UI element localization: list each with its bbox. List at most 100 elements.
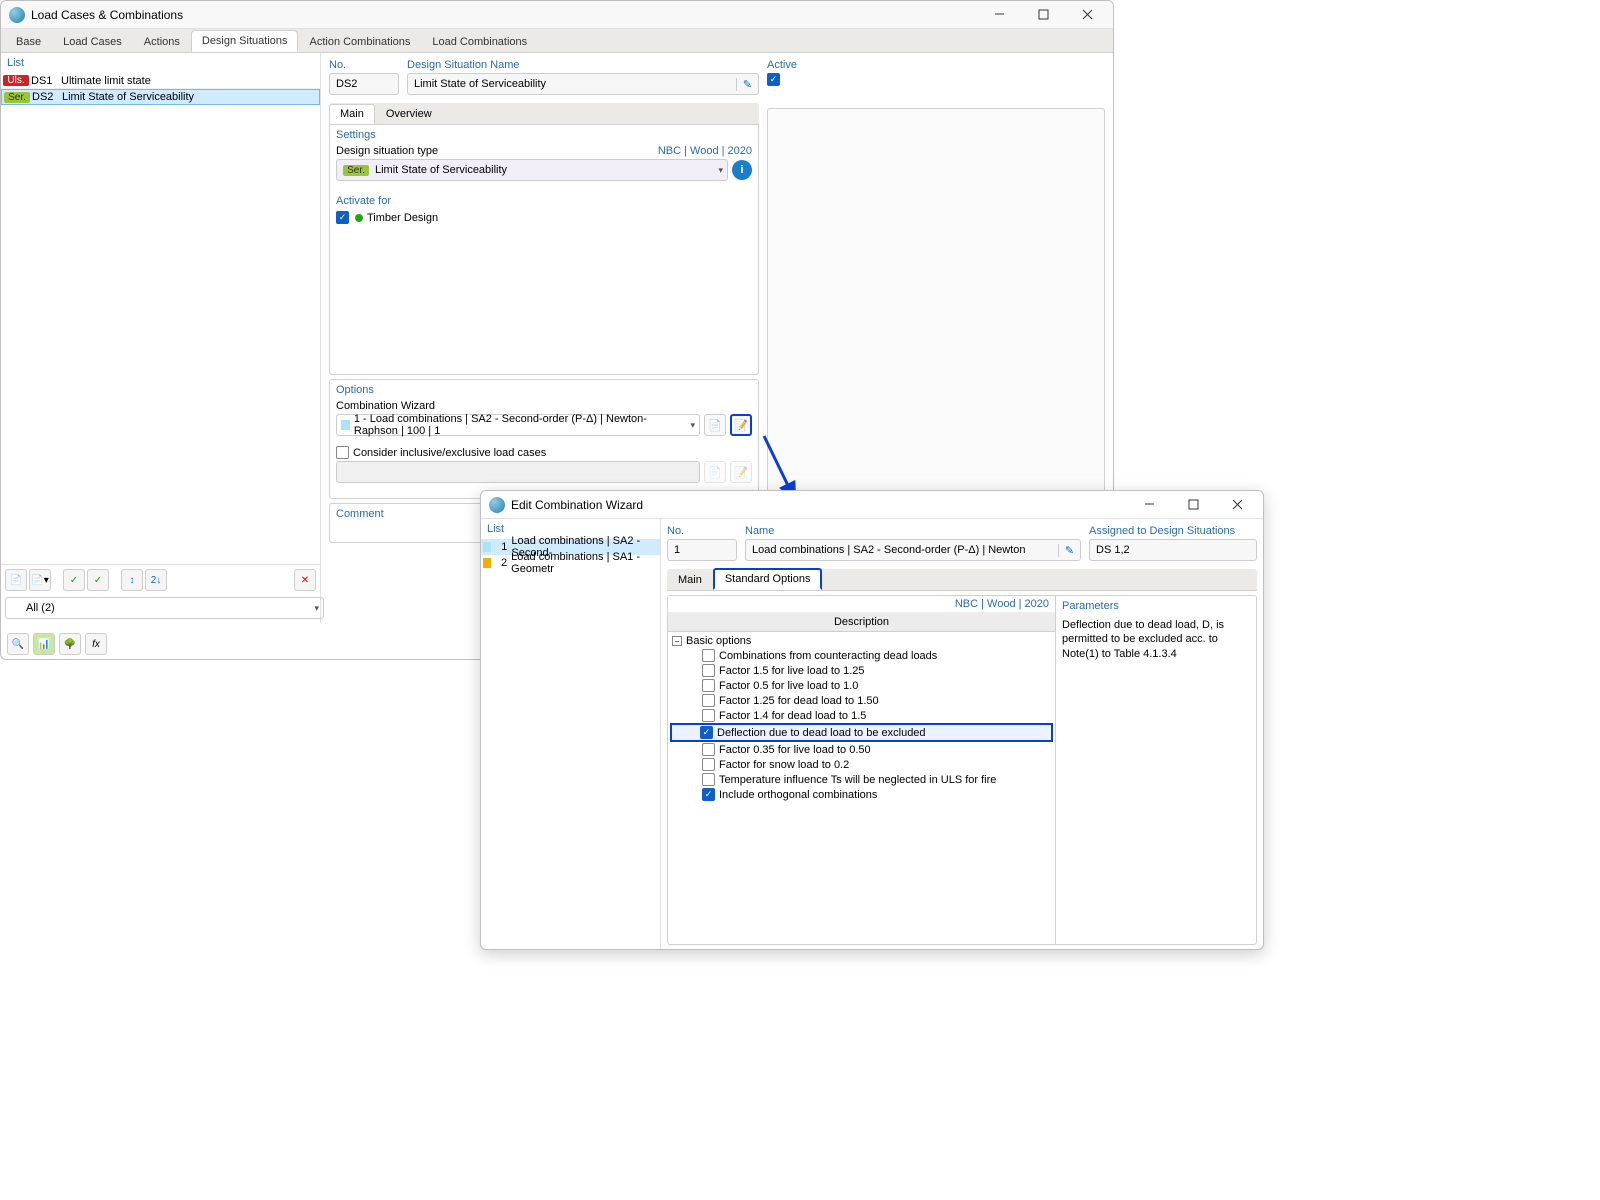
option-item[interactable]: Factor 1.25 for dead load to 1.50 [672, 693, 1051, 708]
option-checkbox[interactable] [702, 709, 715, 722]
uncheck-button[interactable]: ✓ [87, 569, 109, 591]
check-button[interactable]: ✓ [63, 569, 85, 591]
filter-select[interactable]: All (2) ▾ [5, 597, 324, 619]
tab-actions[interactable]: Actions [133, 31, 191, 52]
active-label: Active [767, 57, 1105, 73]
close-button[interactable] [1065, 1, 1109, 29]
sub-code-tag: NBC | Wood | 2020 [668, 596, 1055, 613]
sub-no-label: No. [667, 523, 737, 539]
option-checkbox[interactable] [702, 679, 715, 692]
option-label: Deflection due to dead load to be exclud… [717, 727, 926, 739]
badge-uls: Uls. [3, 75, 29, 86]
list-title: List [1, 53, 320, 73]
option-item[interactable]: Factor 1.4 for dead load to 1.5 [672, 708, 1051, 723]
calc-button[interactable]: 📊 [33, 633, 55, 655]
tab-load-cases[interactable]: Load Cases [52, 31, 133, 52]
search-button[interactable]: 🔍 [7, 633, 29, 655]
sub-title: Edit Combination Wizard [511, 498, 643, 512]
inclusive-new-button: 📄 [704, 461, 726, 483]
maximize-button[interactable] [1021, 1, 1065, 29]
no-label: No. [329, 57, 399, 73]
ds-row-selected[interactable]: Ser. DS2 Limit State of Serviceability [1, 89, 320, 105]
wizard-row[interactable]: 2 Load combinations | SA1 - Geometr [481, 555, 660, 571]
option-item[interactable]: Combinations from counteracting dead loa… [672, 648, 1051, 663]
tab-load-combinations[interactable]: Load Combinations [421, 31, 538, 52]
consider-checkbox[interactable] [336, 446, 349, 459]
sub-no-input[interactable]: 1 [667, 539, 737, 561]
option-item[interactable]: Factor 0.5 for live load to 1.0 [672, 678, 1051, 693]
main-tabs: Base Load Cases Actions Design Situation… [1, 29, 1113, 53]
option-checkbox[interactable] [702, 788, 715, 801]
active-checkbox[interactable] [767, 73, 780, 86]
type-label: Design situation type [336, 145, 438, 157]
option-checkbox[interactable] [702, 649, 715, 662]
subtab-main[interactable]: Main [667, 570, 713, 590]
tab-action-combinations[interactable]: Action Combinations [298, 31, 421, 52]
wizard-select[interactable]: 1 - Load combinations | SA2 - Second-ord… [336, 414, 700, 436]
option-checkbox[interactable] [702, 758, 715, 771]
wizard-new-button[interactable]: 📄 [704, 414, 726, 436]
collapse-icon[interactable]: − [672, 636, 682, 646]
ds-row[interactable]: Uls. DS1 Ultimate limit state [1, 73, 320, 89]
option-label: Factor for snow load to 0.2 [719, 759, 849, 771]
renumber-button[interactable]: 2↓ [145, 569, 167, 591]
option-item[interactable]: Factor 1.5 for live load to 1.25 [672, 663, 1051, 678]
sub-minimize-button[interactable] [1127, 491, 1171, 519]
sub-maximize-button[interactable] [1171, 491, 1215, 519]
name-label: Design Situation Name [407, 57, 759, 73]
type-select[interactable]: Ser. Limit State of Serviceability ▾ [336, 159, 728, 181]
subtab-overview[interactable]: Overview [375, 104, 443, 124]
no-input[interactable]: DS2 [329, 73, 399, 95]
row-num: 2 [495, 557, 507, 569]
option-label: Factor 1.5 for live load to 1.25 [719, 665, 865, 677]
timber-checkbox[interactable] [336, 211, 349, 224]
left-panel: List Uls. DS1 Ultimate limit state Ser. … [1, 53, 321, 623]
option-checkbox[interactable] [702, 743, 715, 756]
tab-base[interactable]: Base [5, 31, 52, 52]
option-item[interactable]: Deflection due to dead load to be exclud… [670, 723, 1053, 742]
sort-button[interactable]: ↕ [121, 569, 143, 591]
fx-button[interactable]: fx [85, 633, 107, 655]
tree-button[interactable]: 🌳 [59, 633, 81, 655]
options-title: Options [336, 384, 752, 396]
edit-name-icon[interactable]: ✎ [736, 78, 758, 91]
option-label: Include orthogonal combinations [719, 789, 877, 801]
tab-design-situations[interactable]: Design Situations [191, 30, 299, 52]
subtab-standard-options[interactable]: Standard Options [713, 568, 823, 590]
type-value: Limit State of Serviceability [375, 164, 507, 176]
list-toolbar: 📄 📄▾ ✓ ✓ ↕ 2↓ ✕ [1, 564, 320, 595]
assigned-label: Assigned to Design Situations [1089, 523, 1257, 539]
main-titlebar: Load Cases & Combinations [1, 1, 1113, 29]
sub-titlebar: Edit Combination Wizard [481, 491, 1263, 519]
edit-name-icon[interactable]: ✎ [1058, 544, 1080, 557]
delete-button[interactable]: ✕ [294, 569, 316, 591]
new-dropdown-button[interactable]: 📄▾ [29, 569, 51, 591]
sub-name-input[interactable]: Load combinations | SA2 - Second-order (… [745, 539, 1081, 561]
wizard-label: Combination Wizard [336, 400, 752, 412]
sub-left-panel: List 1 Load combinations | SA2 - Second-… [481, 519, 661, 949]
name-input[interactable]: Limit State of Serviceability ✎ [407, 73, 759, 95]
option-checkbox[interactable] [700, 726, 713, 739]
subtab-main[interactable]: Main [329, 104, 375, 124]
name-value: Limit State of Serviceability [414, 78, 736, 90]
basic-options-group[interactable]: − Basic options [672, 634, 1051, 648]
option-item[interactable]: Factor for snow load to 0.2 [672, 757, 1051, 772]
main-title: Load Cases & Combinations [31, 8, 183, 22]
timber-label: Timber Design [367, 212, 438, 224]
inclusive-select [336, 461, 700, 483]
option-checkbox[interactable] [702, 664, 715, 677]
option-checkbox[interactable] [702, 694, 715, 707]
option-label: Temperature influence Ts will be neglect… [719, 774, 996, 786]
option-item[interactable]: Include orthogonal combinations [672, 787, 1051, 802]
option-item[interactable]: Temperature influence Ts will be neglect… [672, 772, 1051, 787]
new-button[interactable]: 📄 [5, 569, 27, 591]
assigned-input[interactable]: DS 1,2 [1089, 539, 1257, 561]
badge-ser: Ser. [343, 165, 369, 176]
ds-name: Limit State of Serviceability [62, 91, 194, 103]
sub-close-button[interactable] [1215, 491, 1259, 519]
minimize-button[interactable] [977, 1, 1021, 29]
info-icon[interactable]: i [732, 160, 752, 180]
option-item[interactable]: Factor 0.35 for live load to 0.50 [672, 742, 1051, 757]
wizard-edit-button[interactable]: 📝 [730, 414, 752, 436]
option-checkbox[interactable] [702, 773, 715, 786]
